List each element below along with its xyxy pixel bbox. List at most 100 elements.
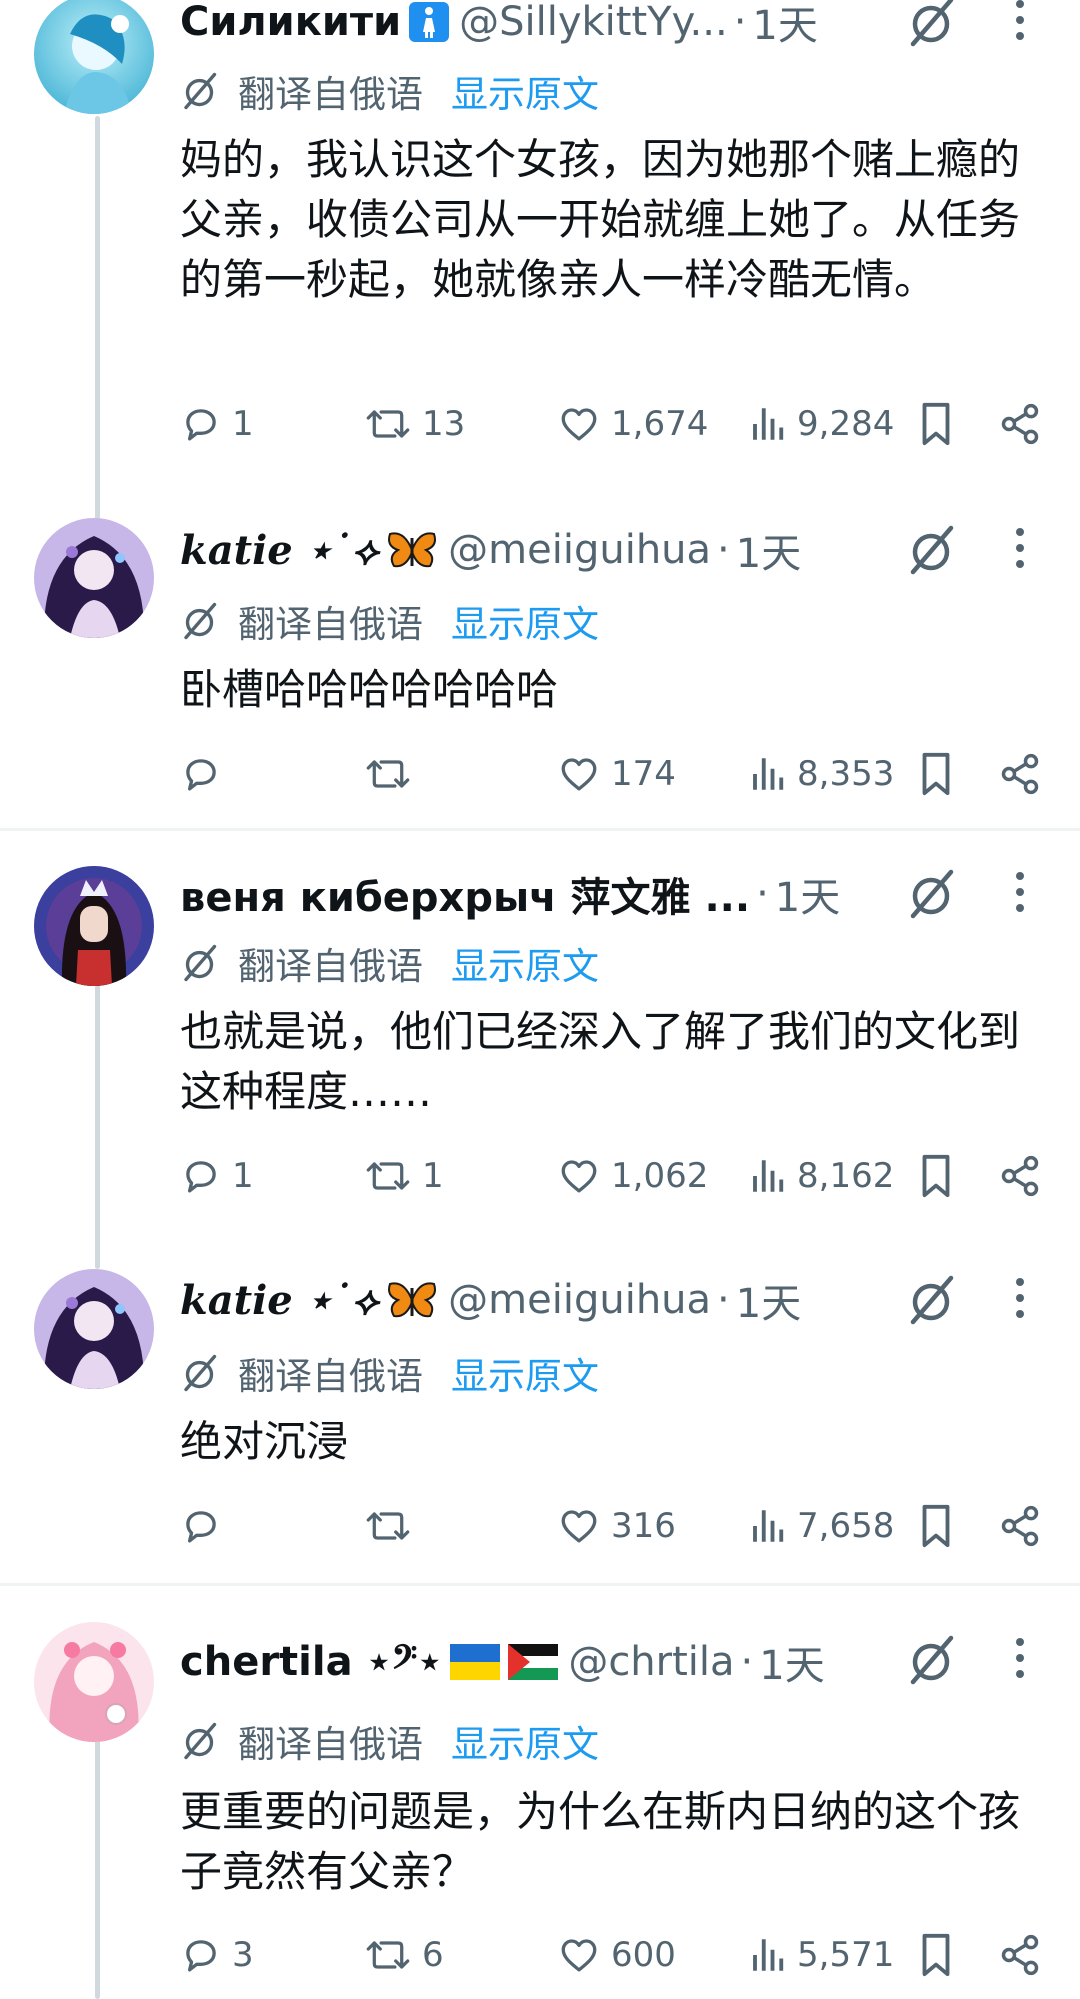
reply-button[interactable] xyxy=(180,1498,232,1554)
user-handle[interactable]: @meiiguihua xyxy=(448,1277,711,1323)
retweet-icon xyxy=(366,1941,410,1969)
user-handle[interactable]: @chrtila xyxy=(568,1639,734,1685)
display-name[interactable]: Силикити xyxy=(180,0,401,45)
show-original-link[interactable]: 显示原文 xyxy=(451,64,599,118)
show-original-link[interactable]: 显示原文 xyxy=(451,1346,599,1400)
share-button[interactable] xyxy=(998,396,1052,452)
views-icon xyxy=(753,758,784,790)
views-button[interactable]: 8,162 xyxy=(751,1148,894,1204)
restroom-icon xyxy=(409,2,450,42)
show-original-link[interactable]: 显示原文 xyxy=(451,936,599,990)
grok-icon[interactable] xyxy=(905,522,961,578)
view-count: 9,284 xyxy=(797,404,895,444)
timestamp[interactable]: 1天 xyxy=(736,522,801,578)
like-count: 316 xyxy=(611,1506,676,1546)
reply-button[interactable]: 1 xyxy=(180,396,254,452)
avatar-image xyxy=(34,0,154,114)
reply-button[interactable]: 3 xyxy=(180,1927,254,1983)
avatar[interactable] xyxy=(34,1622,154,1742)
avatar[interactable] xyxy=(34,518,154,638)
bookmark-button[interactable] xyxy=(916,1498,966,1554)
share-icon xyxy=(1001,1155,1039,1197)
views-button[interactable]: 9,284 xyxy=(751,396,894,452)
views-icon xyxy=(753,1160,784,1192)
translated-from-label: 翻译自俄语 xyxy=(238,1355,423,1398)
translated-from-label: 翻译自俄语 xyxy=(238,945,423,988)
share-button[interactable] xyxy=(998,1498,1052,1554)
thread-connector xyxy=(95,1728,100,1999)
timestamp[interactable]: 1天 xyxy=(752,0,817,50)
bookmark-button[interactable] xyxy=(916,396,966,452)
timestamp[interactable]: 1天 xyxy=(736,1272,801,1328)
view-count: 8,162 xyxy=(797,1156,895,1196)
tweet-text: 妈的，我认识这个女孩，因为她那个赌上瘾的父亲，收债公司从一开始就缠上她了。从任务… xyxy=(180,135,1021,304)
conversation-separator xyxy=(0,1583,1080,1586)
like-button[interactable]: 316 xyxy=(557,1498,676,1554)
reply-button[interactable] xyxy=(180,746,232,802)
user-handle[interactable]: @meiiguihua xyxy=(448,527,711,573)
bookmark-button[interactable] xyxy=(916,746,966,802)
timestamp[interactable]: 1天 xyxy=(775,866,840,922)
avatar-image xyxy=(34,518,154,638)
grok-icon[interactable] xyxy=(905,866,961,922)
retweet-icon xyxy=(366,410,410,438)
more-icon[interactable] xyxy=(1000,0,1040,50)
retweet-button[interactable] xyxy=(364,746,422,802)
reply-count: 3 xyxy=(232,1935,254,1975)
like-count: 1,062 xyxy=(611,1156,709,1196)
dot-separator: · xyxy=(740,1639,754,1685)
retweet-button[interactable] xyxy=(364,1498,422,1554)
views-icon xyxy=(753,1510,784,1542)
retweet-button[interactable]: 6 xyxy=(364,1927,444,1983)
share-icon xyxy=(1001,753,1039,795)
bookmark-button[interactable] xyxy=(916,1927,966,1983)
bookmark-button[interactable] xyxy=(916,1148,966,1204)
share-button[interactable] xyxy=(998,746,1052,802)
display-name[interactable]: katie ⋆˙⟡ xyxy=(180,1277,378,1324)
timestamp[interactable]: 1天 xyxy=(759,1634,824,1690)
translated-from-label: 翻译自俄语 xyxy=(238,603,423,646)
display-name[interactable]: веня киберхрыч 萍文雅 ... xyxy=(180,866,750,922)
more-icon[interactable] xyxy=(1000,522,1040,578)
share-icon xyxy=(1001,403,1039,445)
like-button[interactable]: 174 xyxy=(557,746,676,802)
retweet-count: 1 xyxy=(422,1156,444,1196)
grok-icon[interactable] xyxy=(905,1632,961,1688)
like-button[interactable]: 1,062 xyxy=(557,1148,708,1204)
translate-icon xyxy=(184,1722,217,1760)
user-handle[interactable]: @SillykittYy... xyxy=(459,0,728,45)
reply-button[interactable]: 1 xyxy=(180,1148,254,1204)
retweet-icon xyxy=(366,1162,410,1190)
grok-icon[interactable] xyxy=(905,1272,961,1328)
view-count: 5,571 xyxy=(797,1935,895,1975)
display-name[interactable]: katie ⋆˙⟡ xyxy=(180,527,378,574)
share-icon xyxy=(1001,1505,1039,1547)
avatar-image xyxy=(34,1269,154,1389)
share-button[interactable] xyxy=(998,1927,1052,1983)
show-original-link[interactable]: 显示原文 xyxy=(451,594,599,648)
like-button[interactable]: 1,674 xyxy=(557,396,708,452)
display-name[interactable]: chertila ⋆𝄢⋆ xyxy=(180,1639,442,1685)
like-button[interactable]: 600 xyxy=(557,1927,676,1983)
more-icon[interactable] xyxy=(1000,866,1040,922)
avatar[interactable] xyxy=(34,866,154,986)
dot-separator: · xyxy=(756,871,769,917)
share-button[interactable] xyxy=(998,1148,1052,1204)
like-icon xyxy=(561,1939,597,1972)
views-button[interactable]: 7,658 xyxy=(751,1498,894,1554)
grok-icon[interactable] xyxy=(905,0,961,50)
avatar[interactable] xyxy=(34,0,154,114)
show-original-link[interactable]: 显示原文 xyxy=(451,1714,599,1768)
avatar[interactable] xyxy=(34,1269,154,1389)
like-icon xyxy=(561,1160,597,1193)
views-button[interactable]: 8,353 xyxy=(751,746,894,802)
views-button[interactable]: 5,571 xyxy=(751,1927,894,1983)
more-icon[interactable] xyxy=(1000,1632,1040,1688)
tweet-text: 也就是说，他们已经深入了解了我们的文化到这种程度…… xyxy=(180,1007,1021,1116)
translate-icon xyxy=(184,1354,217,1392)
more-icon[interactable] xyxy=(1000,1272,1040,1328)
dot-separator: · xyxy=(733,0,747,45)
retweet-icon xyxy=(366,760,410,788)
retweet-button[interactable]: 13 xyxy=(364,396,465,452)
retweet-button[interactable]: 1 xyxy=(364,1148,444,1204)
